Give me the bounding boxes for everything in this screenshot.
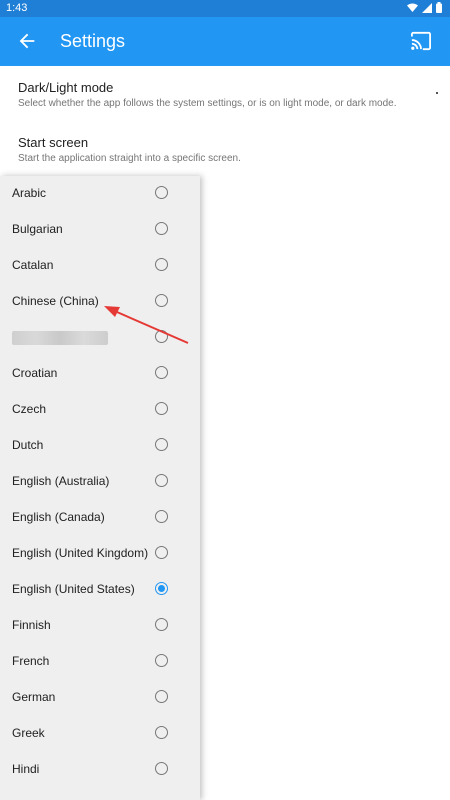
language-option[interactable]: French xyxy=(0,644,200,680)
language-option[interactable]: English (United Kingdom) xyxy=(0,536,200,572)
battery-icon xyxy=(436,2,442,13)
language-label: Greek xyxy=(12,726,45,740)
app-bar: Settings xyxy=(0,17,450,66)
setting-subtitle: Start the application straight into a sp… xyxy=(18,153,241,164)
language-label: English (Canada) xyxy=(12,510,105,524)
radio-button[interactable] xyxy=(155,726,168,739)
radio-button[interactable] xyxy=(155,618,168,631)
language-dropdown-list[interactable]: Arabic Bulgarian Catalan Chinese (China) Cro… xyxy=(0,176,200,800)
back-arrow-icon[interactable] xyxy=(16,30,38,52)
language-option[interactable]: Croatian xyxy=(0,356,200,392)
setting-title: Start screen xyxy=(18,135,89,150)
radio-button[interactable] xyxy=(155,438,168,451)
language-label: Bulgarian xyxy=(12,222,63,236)
setting-dark-light-mode[interactable]: Dark/Light mode Select whether the app f… xyxy=(18,80,397,109)
language-option[interactable]: German xyxy=(0,680,200,716)
language-option[interactable]: English (Australia) xyxy=(0,464,200,500)
radio-button[interactable] xyxy=(155,474,168,487)
wifi-icon xyxy=(407,3,418,12)
language-option[interactable]: Dutch xyxy=(0,428,200,464)
dot-mark xyxy=(436,92,438,94)
radio-button[interactable] xyxy=(155,402,168,415)
radio-button[interactable] xyxy=(155,690,168,703)
radio-button[interactable] xyxy=(155,366,168,379)
red-annotation-arrow-icon xyxy=(104,306,189,344)
language-option[interactable]: Catalan xyxy=(0,248,200,284)
setting-start-screen[interactable]: Start screen Start the application strai… xyxy=(18,135,241,164)
language-label: English (United Kingdom) xyxy=(12,546,149,560)
language-label: Hindi xyxy=(12,762,40,776)
language-label: Croatian xyxy=(12,366,58,380)
language-label: English (United States) xyxy=(12,582,135,596)
language-label: Arabic xyxy=(12,186,47,200)
language-option[interactable]: English (Canada) xyxy=(0,500,200,536)
page-title: Settings xyxy=(60,31,126,51)
language-option[interactable]: Hindi xyxy=(0,752,200,788)
language-label: Czech xyxy=(12,402,47,416)
language-label: Chinese (China) xyxy=(12,294,99,308)
language-label: French xyxy=(12,654,50,668)
language-label: Catalan xyxy=(12,258,54,272)
language-label: German xyxy=(12,690,56,704)
radio-selected[interactable] xyxy=(155,582,168,595)
language-option[interactable]: Czech xyxy=(0,392,200,428)
cast-icon[interactable] xyxy=(410,31,432,51)
setting-title: Dark/Light mode xyxy=(18,80,114,95)
language-option[interactable]: Bulgarian xyxy=(0,212,200,248)
radio-button[interactable] xyxy=(155,654,168,667)
radio-button[interactable] xyxy=(155,258,168,271)
radio-button[interactable] xyxy=(155,762,168,775)
status-bar: 1:43 xyxy=(0,0,450,17)
language-option[interactable]: Finnish xyxy=(0,608,200,644)
language-option[interactable]: English (United States) xyxy=(0,572,200,608)
redacted-label xyxy=(12,331,108,345)
radio-button[interactable] xyxy=(155,222,168,235)
signal-icon xyxy=(422,2,432,13)
language-option[interactable]: Arabic xyxy=(0,176,200,212)
setting-subtitle: Select whether the app follows the syste… xyxy=(18,98,397,109)
language-label: Finnish xyxy=(12,618,51,632)
radio-button[interactable] xyxy=(155,186,168,199)
language-option[interactable]: Greek xyxy=(0,716,200,752)
radio-button[interactable] xyxy=(155,546,168,559)
status-time: 1:43 xyxy=(6,2,28,14)
language-label: English (Australia) xyxy=(12,474,110,488)
language-label: Dutch xyxy=(12,438,44,452)
radio-button[interactable] xyxy=(155,510,168,523)
